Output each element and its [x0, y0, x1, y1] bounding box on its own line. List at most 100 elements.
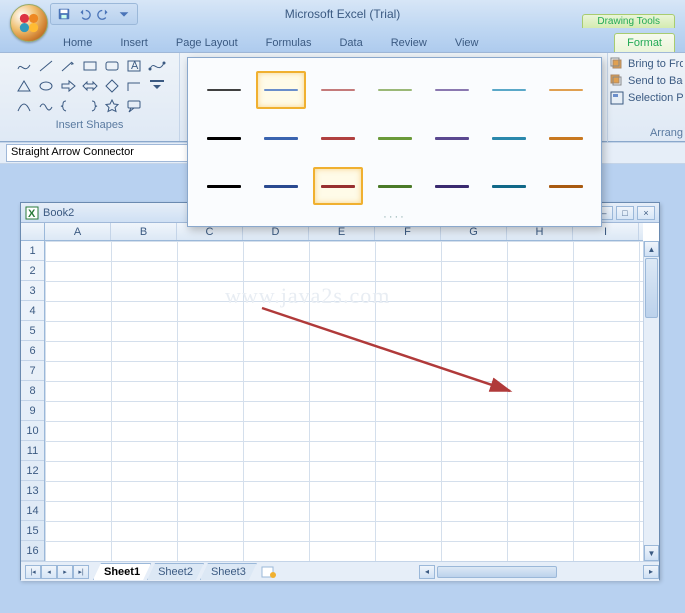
style-swatch[interactable] — [256, 119, 306, 157]
select-all-cell[interactable] — [21, 223, 45, 241]
shape-double-arrow-icon[interactable] — [80, 77, 100, 95]
tab-formulas[interactable]: Formulas — [253, 33, 325, 52]
shape-diamond-icon[interactable] — [102, 77, 122, 95]
shape-curve-icon[interactable] — [14, 97, 34, 115]
shape-rectangle-icon[interactable] — [80, 57, 100, 75]
scroll-down-button[interactable]: ▼ — [644, 545, 659, 561]
tab-format[interactable]: Format — [614, 33, 675, 52]
tab-view[interactable]: View — [442, 33, 492, 52]
sheet-nav-prev-icon[interactable]: ◂ — [41, 565, 57, 579]
shape-rounded-rect-icon[interactable] — [102, 57, 122, 75]
scroll-up-button[interactable]: ▲ — [644, 241, 659, 257]
vertical-scrollbar[interactable]: ▲ ▼ — [643, 241, 659, 561]
qat-customize-icon[interactable] — [117, 7, 131, 21]
vscroll-thumb[interactable] — [645, 258, 658, 318]
bring-to-front-button[interactable]: Bring to Fro — [610, 57, 683, 71]
scroll-left-button[interactable]: ◂ — [419, 565, 435, 579]
style-swatch[interactable] — [313, 119, 363, 157]
shape-style-gallery[interactable] — [187, 57, 602, 227]
row-header[interactable]: 15 — [21, 521, 44, 541]
shape-elbow-icon[interactable] — [124, 77, 144, 95]
style-swatch[interactable] — [370, 167, 420, 205]
row-header[interactable]: 7 — [21, 361, 44, 381]
row-headers[interactable]: 12345678910111213141516 — [21, 241, 45, 561]
shape-line-icon[interactable] — [36, 57, 56, 75]
tab-data[interactable]: Data — [326, 33, 375, 52]
row-header[interactable]: 16 — [21, 541, 44, 561]
shape-star-icon[interactable] — [102, 97, 122, 115]
row-header[interactable]: 11 — [21, 441, 44, 461]
save-icon[interactable] — [57, 7, 71, 21]
close-button[interactable]: × — [637, 206, 655, 220]
style-swatch[interactable] — [484, 167, 534, 205]
sheet-tab[interactable]: Sheet1 — [93, 563, 151, 580]
sheet-nav-first-icon[interactable]: |◂ — [25, 565, 41, 579]
shape-callout-icon[interactable] — [124, 97, 144, 115]
shape-brace-icon[interactable] — [58, 97, 78, 115]
scroll-right-button[interactable]: ▸ — [643, 565, 659, 579]
style-swatch[interactable] — [541, 167, 591, 205]
shape-bracket-icon[interactable] — [80, 97, 100, 115]
sheet-nav-next-icon[interactable]: ▸ — [57, 565, 73, 579]
sheet-nav-last-icon[interactable]: ▸| — [73, 565, 89, 579]
row-header[interactable]: 8 — [21, 381, 44, 401]
style-swatch[interactable] — [484, 71, 534, 109]
style-swatch[interactable] — [541, 119, 591, 157]
shape-triangle-icon[interactable] — [14, 77, 34, 95]
shape-right-arrow-icon[interactable] — [58, 77, 78, 95]
row-header[interactable]: 9 — [21, 401, 44, 421]
style-swatch[interactable] — [313, 71, 363, 109]
row-header[interactable]: 4 — [21, 301, 44, 321]
shape-textbox-icon[interactable]: A — [124, 57, 144, 75]
tab-page-layout[interactable]: Page Layout — [163, 33, 251, 52]
shape-arrow-icon[interactable] — [58, 57, 78, 75]
style-swatch[interactable] — [427, 119, 477, 157]
row-header[interactable]: 12 — [21, 461, 44, 481]
insert-sheet-button[interactable] — [259, 565, 279, 579]
row-header[interactable]: 14 — [21, 501, 44, 521]
horizontal-scrollbar[interactable]: ◂ ▸ — [419, 564, 659, 580]
redo-icon[interactable] — [97, 7, 111, 21]
send-to-back-button[interactable]: Send to Bac — [610, 74, 683, 88]
row-header[interactable]: 1 — [21, 241, 44, 261]
edit-shape-icon[interactable] — [148, 57, 166, 76]
sheet-tab[interactable]: Sheet2 — [147, 563, 204, 580]
undo-icon[interactable] — [77, 7, 91, 21]
hscroll-thumb[interactable] — [437, 566, 557, 578]
tab-home[interactable]: Home — [50, 33, 105, 52]
shapes-gallery[interactable]: A — [14, 57, 144, 115]
style-swatch[interactable] — [199, 71, 249, 109]
style-swatch[interactable] — [541, 71, 591, 109]
style-swatch[interactable] — [427, 71, 477, 109]
row-header[interactable]: 13 — [21, 481, 44, 501]
sheet-tab[interactable]: Sheet3 — [200, 563, 257, 580]
style-swatch[interactable] — [370, 71, 420, 109]
shape-wave-icon[interactable] — [36, 97, 56, 115]
tab-insert[interactable]: Insert — [107, 33, 161, 52]
straight-arrow-connector-shape[interactable] — [260, 306, 520, 406]
cell-grid[interactable]: www.java2s.com — [45, 241, 643, 561]
style-swatch[interactable] — [256, 167, 306, 205]
column-header[interactable]: B — [111, 223, 177, 240]
style-swatch[interactable] — [370, 119, 420, 157]
style-swatch[interactable] — [313, 167, 363, 205]
row-header[interactable]: 6 — [21, 341, 44, 361]
style-swatch[interactable] — [427, 167, 477, 205]
row-header[interactable]: 3 — [21, 281, 44, 301]
style-swatch[interactable] — [199, 167, 249, 205]
shape-scribble-icon[interactable] — [14, 57, 34, 75]
style-swatch[interactable] — [484, 119, 534, 157]
shapes-more-icon[interactable] — [148, 78, 166, 93]
gallery-resize-grip[interactable] — [383, 213, 406, 221]
column-header[interactable]: A — [45, 223, 111, 240]
office-button[interactable] — [10, 4, 48, 42]
style-swatch[interactable] — [199, 119, 249, 157]
shape-oval-icon[interactable] — [36, 77, 56, 95]
row-header[interactable]: 2 — [21, 261, 44, 281]
tab-review[interactable]: Review — [378, 33, 440, 52]
maximize-button[interactable]: □ — [616, 206, 634, 220]
row-header[interactable]: 10 — [21, 421, 44, 441]
style-swatch[interactable] — [256, 71, 306, 109]
row-header[interactable]: 5 — [21, 321, 44, 341]
selection-pane-button[interactable]: Selection Pa — [610, 91, 683, 105]
